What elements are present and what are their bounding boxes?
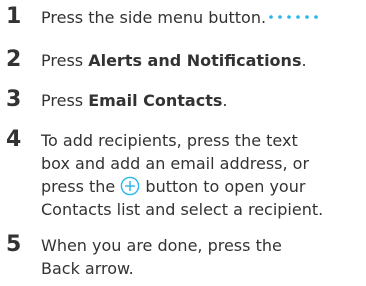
step-1-text: Press the side menu button. [41, 8, 267, 27]
step-4-line-1: To add recipients, press the text [41, 131, 298, 150]
step-4-line-3-post: button to open your [140, 177, 306, 196]
step-5-line-2: Back arrow. [41, 259, 134, 278]
step-text: When you are done, press the Back arrow. [41, 234, 361, 280]
step-text: Press the side menu button. [41, 6, 361, 29]
step-4-line-4: Contacts list and select a recipient. [41, 200, 324, 219]
step-number: 2 [6, 47, 22, 72]
step-2-post: . [301, 51, 307, 70]
step-4-line-3-pre: press the [41, 177, 121, 196]
step-number: 4 [6, 127, 22, 152]
step-3-post: . [222, 91, 228, 110]
side-menu-dots-icon [269, 15, 318, 19]
instruction-steps: 1 Press the side menu button. 2 Press Al… [0, 0, 366, 286]
step-2-bold: Alerts and Notifications [88, 51, 302, 70]
step-4-line-3: press the button to open your [41, 175, 361, 198]
add-circle-icon [121, 176, 140, 196]
step-2-pre: Press [41, 51, 89, 70]
step-number: 5 [6, 232, 22, 257]
step-3-bold: Email Contacts [88, 91, 223, 110]
step-number: 1 [6, 4, 22, 29]
step-5-line-1: When you are done, press the [41, 236, 282, 255]
step-4-line-2: box and add an email address, or [41, 154, 310, 173]
step-number: 3 [6, 87, 22, 112]
step-text: Press Email Contacts. [41, 89, 361, 112]
step-3-pre: Press [41, 91, 89, 110]
step-text: Press Alerts and Notifications. [41, 49, 361, 72]
step-text: To add recipients, press the text box an… [41, 129, 361, 221]
